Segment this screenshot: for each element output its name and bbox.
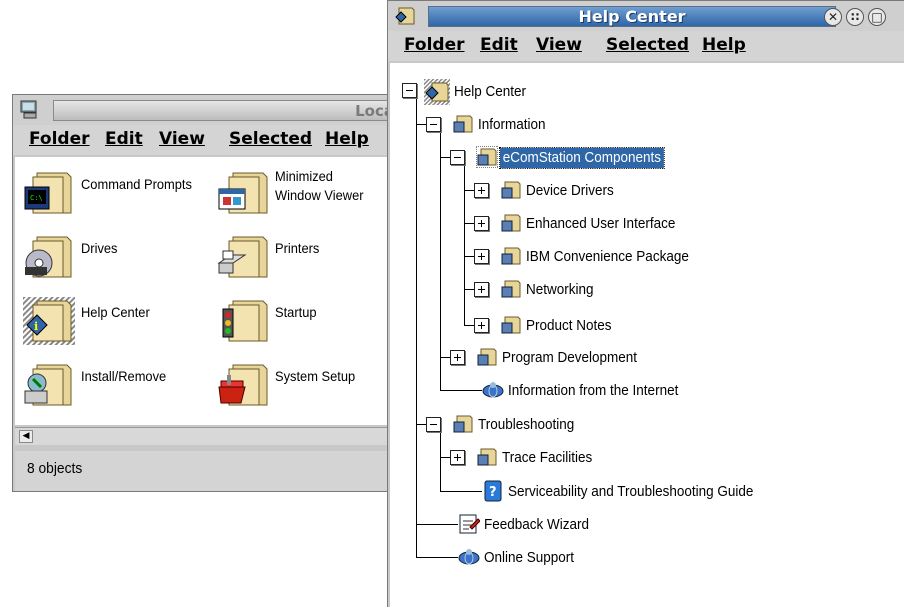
tree-item-feedback-wizard[interactable]: Feedback Wizard — [484, 515, 589, 535]
help-center-icon — [424, 79, 450, 105]
book-folder-icon — [453, 115, 473, 133]
menu-selected[interactable]: Selected — [229, 129, 312, 149]
maximize-icon[interactable]: □ — [868, 8, 886, 26]
expand-toggle[interactable] — [474, 183, 489, 198]
help-book-icon: ? — [484, 480, 502, 502]
tree-item-information[interactable]: Information — [478, 115, 546, 135]
expand-toggle[interactable] — [450, 350, 465, 365]
expand-toggle[interactable] — [474, 249, 489, 264]
menu-folder[interactable]: Folder — [404, 35, 465, 55]
folder-window[interactable]: Loca Folder Edit View Selected Help C:\ … — [12, 94, 402, 492]
tree-line — [464, 164, 465, 326]
help-center-window[interactable]: Help Center ✕ ∷ □ Folder Edit View Selec… — [387, 0, 904, 607]
help-center-folder-icon: i — [23, 297, 75, 345]
tree-item-networking[interactable]: Networking — [526, 280, 594, 300]
menu-selected[interactable]: Selected — [606, 35, 689, 55]
scroll-left-icon[interactable]: ◀ — [19, 430, 33, 443]
tree-line — [440, 131, 441, 391]
tree-item-information-from-internet[interactable]: Information from the Internet — [508, 381, 678, 401]
expand-toggle[interactable] — [474, 216, 489, 231]
drives-folder-icon — [25, 236, 72, 278]
folder-item-help-center[interactable]: i Help Center — [23, 293, 213, 347]
tree-line — [416, 524, 458, 525]
folder-window-titlebar[interactable]: Loca — [13, 95, 401, 125]
folder-item-startup[interactable]: Startup — [217, 293, 397, 347]
help-menubar: Folder Edit View Selected Help — [388, 31, 904, 61]
collapse-toggle[interactable] — [426, 117, 441, 132]
menu-help[interactable]: Help — [702, 35, 746, 55]
printers-folder-icon — [217, 236, 268, 278]
tree-line — [440, 431, 441, 491]
folder-contents: C:\ Command Prompts Minimized Window Vie… — [15, 157, 401, 425]
horizontal-scrollbar[interactable]: ◀ — [15, 427, 401, 445]
tree-item-ibm-convenience-package[interactable]: IBM Convenience Package — [526, 247, 689, 267]
folder-item-command-prompts[interactable]: C:\ Command Prompts — [23, 165, 213, 219]
install-remove-folder-icon — [24, 364, 72, 406]
collapse-toggle[interactable] — [426, 417, 441, 432]
tree-item-ecomstation-components[interactable]: eComStation Components — [499, 147, 665, 169]
object-count: 8 objects — [27, 460, 83, 477]
tree-line — [416, 98, 417, 558]
menu-view[interactable]: View — [536, 35, 582, 55]
svg-text:i: i — [34, 320, 38, 333]
window-viewer-folder-icon — [218, 172, 268, 214]
book-folder-icon — [477, 348, 497, 366]
menu-folder[interactable]: Folder — [29, 129, 90, 149]
menu-edit[interactable]: Edit — [480, 35, 518, 55]
tree-item-product-notes[interactable]: Product Notes — [526, 316, 612, 336]
folder-item-system-setup[interactable]: System Setup — [217, 357, 397, 411]
book-folder-icon — [501, 280, 521, 298]
expand-toggle[interactable] — [474, 282, 489, 297]
tree-item-serviceability-guide[interactable]: Serviceability and Troubleshooting Guide — [508, 482, 753, 502]
expand-toggle[interactable] — [474, 318, 489, 333]
command-prompt-folder-icon: C:\ — [24, 172, 72, 214]
menu-edit[interactable]: Edit — [105, 129, 143, 149]
book-folder-icon — [476, 146, 498, 168]
book-folder-icon — [501, 316, 521, 334]
help-window-title-bar[interactable]: Help Center — [428, 6, 836, 27]
tree-item-troubleshooting[interactable]: Troubleshooting — [478, 415, 574, 435]
minimize-icon[interactable]: ∷ — [846, 8, 864, 26]
tree-line — [440, 390, 482, 391]
feedback-wizard-icon — [459, 514, 480, 534]
status-bar: 8 objects — [15, 451, 401, 491]
book-folder-icon — [501, 181, 521, 199]
tree-item-help-center[interactable]: Help Center — [454, 82, 526, 102]
system-setup-folder-icon — [218, 364, 268, 406]
help-tree: Help Center Information eComStation Comp… — [390, 63, 904, 607]
book-folder-icon — [501, 247, 521, 265]
folder-item-install-remove[interactable]: Install/Remove — [23, 357, 213, 411]
folder-item-drives[interactable]: Drives — [23, 229, 213, 283]
globe-icon — [458, 549, 480, 565]
tree-line — [440, 491, 482, 492]
tree-item-device-drivers[interactable]: Device Drivers — [526, 181, 614, 201]
collapse-toggle[interactable] — [450, 150, 465, 165]
computer-icon[interactable] — [19, 99, 41, 121]
svg-text:?: ? — [489, 485, 497, 500]
menu-view[interactable]: View — [159, 129, 205, 149]
book-folder-icon — [477, 448, 497, 466]
folder-menubar: Folder Edit View Selected Help — [13, 125, 401, 155]
globe-icon — [482, 382, 504, 398]
tree-item-enhanced-user-interface[interactable]: Enhanced User Interface — [526, 214, 675, 234]
close-icon[interactable]: ✕ — [824, 8, 842, 26]
startup-folder-icon — [222, 300, 268, 342]
tree-item-trace-facilities[interactable]: Trace Facilities — [502, 448, 592, 468]
tree-item-program-development[interactable]: Program Development — [502, 348, 637, 368]
folder-item-minimized-window-viewer[interactable]: Minimized Window Viewer — [217, 165, 397, 219]
help-window-title: Help Center — [578, 7, 686, 26]
book-folder-icon — [501, 214, 521, 232]
book-folder-icon — [453, 415, 473, 433]
folder-item-printers[interactable]: Printers — [217, 229, 397, 283]
tree-line — [416, 557, 458, 558]
tree-item-online-support[interactable]: Online Support — [484, 548, 574, 568]
svg-text:C:\: C:\ — [30, 194, 43, 202]
help-center-icon[interactable] — [394, 5, 416, 27]
folder-window-title-bar[interactable]: Loca — [53, 100, 401, 121]
menu-help[interactable]: Help — [325, 129, 369, 149]
collapse-toggle[interactable] — [402, 83, 417, 98]
help-window-titlebar[interactable]: Help Center ✕ ∷ □ — [388, 1, 904, 31]
expand-toggle[interactable] — [450, 450, 465, 465]
